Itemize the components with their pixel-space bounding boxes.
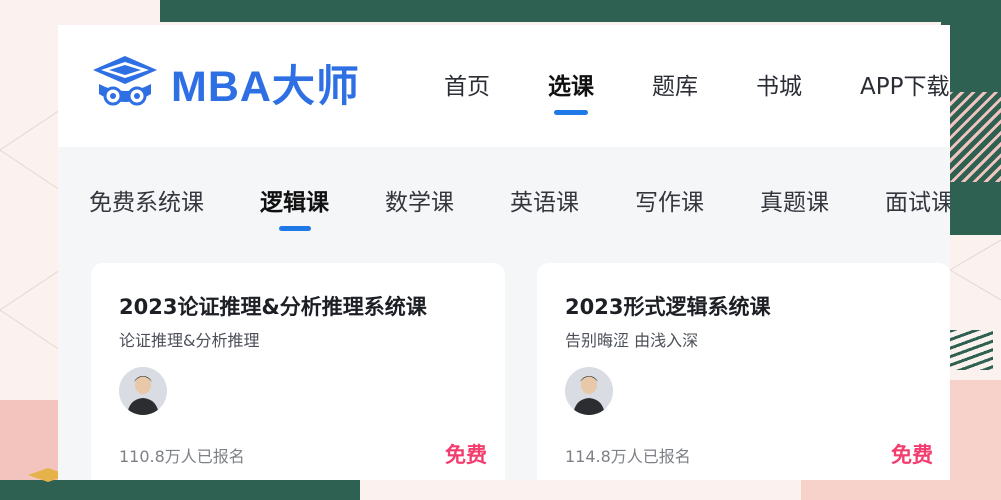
teacher-avatar-icon [565,367,613,415]
tab-english[interactable]: 英语课 [510,183,579,217]
category-tabs: 免费系统课 逻辑课 数学课 英语课 写作课 真题课 面试课 [89,183,950,217]
course-subtitle: 论证推理&分析推理 [119,331,260,350]
nav-home[interactable]: 首页 [444,67,490,101]
tab-logic[interactable]: 逻辑课 [260,183,329,217]
top-nav: 首页 选课 题库 书城 APP下载 [444,67,950,101]
tab-free-courses[interactable]: 免费系统课 [89,183,204,217]
background-pattern [949,92,1001,182]
course-subtitle: 告别晦涩 由浅入深 [565,331,699,350]
course-card[interactable]: 2023形式逻辑系统课 告别晦涩 由浅入深 114.8万人已报名 免费 [537,263,950,480]
teacher-avatar-icon [119,367,167,415]
background-top-band [160,0,1001,22]
tab-interview[interactable]: 面试课 [885,183,950,217]
course-card[interactable]: 2023论证推理&分析推理系统课 论证推理&分析推理 110.8万人已报名 免费 [91,263,505,480]
enrollment-count: 114.8万人已报名 [565,447,691,466]
tab-writing[interactable]: 写作课 [635,183,704,217]
nav-courses[interactable]: 选课 [548,67,594,101]
tab-math[interactable]: 数学课 [385,183,454,217]
background-stripes [949,330,993,370]
price-tag: 免费 [445,443,487,467]
header: MBA大师 首页 选课 题库 书城 APP下载 [58,25,950,147]
background-bottom-band [0,480,360,500]
logo[interactable]: MBA大师 [91,52,360,114]
nav-bookstore[interactable]: 书城 [756,67,802,101]
nav-question-bank[interactable]: 题库 [652,67,698,101]
course-title: 2023形式逻辑系统课 [565,295,771,319]
nav-app-download[interactable]: APP下载 [860,67,949,101]
enrollment-count: 110.8万人已报名 [119,447,245,466]
app-window: MBA大师 首页 选课 题库 书城 APP下载 免费系统课 逻辑课 数学课 英语… [58,25,950,480]
course-title: 2023论证推理&分析推理系统课 [119,295,427,319]
owl-cap-logo-icon [93,56,157,106]
price-tag: 免费 [891,443,933,467]
tab-past-exams[interactable]: 真题课 [760,183,829,217]
brand-name: MBA大师 [171,63,360,111]
